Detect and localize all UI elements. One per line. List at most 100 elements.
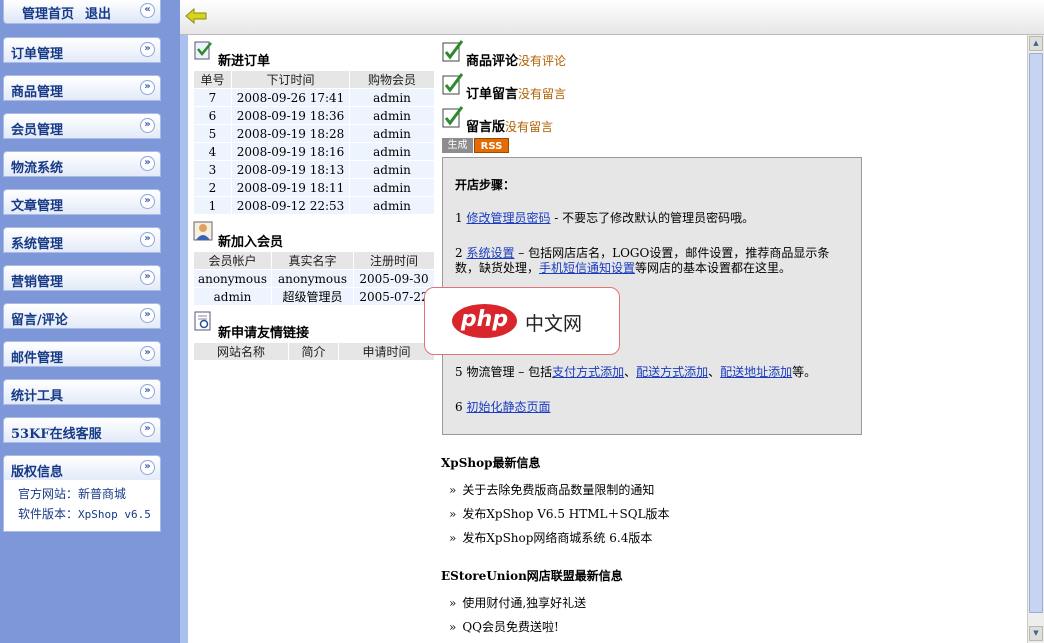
bullet-icon: » bbox=[449, 483, 457, 497]
menu-stats[interactable]: 统计工具 » bbox=[3, 379, 161, 405]
cell: anonymous bbox=[193, 269, 272, 288]
menu-label: 订单管理 bbox=[11, 47, 64, 62]
init-static-pages-link[interactable]: 初始化静态页面 bbox=[466, 400, 550, 414]
menu-label: 文章管理 bbox=[11, 199, 64, 214]
table-row[interactable]: 5 2008-09-19 18:28 admin bbox=[193, 124, 435, 143]
menu-article[interactable]: 文章管理 » bbox=[3, 189, 161, 215]
news-item[interactable]: » 发布XpShop网络商城系统 6.4版本 bbox=[449, 529, 652, 546]
payment-method-link[interactable]: 支付方式添加 bbox=[552, 365, 624, 379]
col-header: 购物会员 bbox=[349, 70, 435, 89]
cell: admin bbox=[193, 287, 272, 306]
table-row[interactable]: admin 超级管理员 2005-07-22 bbox=[193, 287, 435, 306]
chevron-down-icon[interactable]: » bbox=[140, 232, 155, 247]
news-item[interactable]: » 关于去除免费版商品数量限制的通知 bbox=[449, 481, 654, 498]
cell: 2008-09-26 17:41 bbox=[231, 88, 350, 107]
scroll-up-icon[interactable]: ▲ bbox=[1029, 36, 1043, 51]
table-row[interactable]: 2 2008-09-19 18:11 admin bbox=[193, 178, 435, 197]
guestbook-heading[interactable]: 留言版没有留言 bbox=[466, 116, 553, 135]
site-label: 官方网站： bbox=[18, 487, 79, 501]
menu-product[interactable]: 商品管理 » bbox=[3, 75, 161, 101]
menu-label: 留言/评论 bbox=[11, 313, 68, 328]
step-text: 等网店的基本设置都在这里。 bbox=[635, 261, 792, 275]
bullet-icon: » bbox=[449, 596, 457, 610]
scroll-thumb[interactable] bbox=[1029, 53, 1043, 613]
chevron-down-icon[interactable]: » bbox=[140, 384, 155, 399]
delivery-address-link[interactable]: 配送地址添加 bbox=[720, 365, 792, 379]
rss-button[interactable]: 生成 RSS bbox=[442, 138, 509, 153]
menu-comments[interactable]: 留言/评论 » bbox=[3, 303, 161, 329]
vertical-scrollbar[interactable]: ▲ ▼ bbox=[1027, 35, 1044, 643]
menu-mail[interactable]: 邮件管理 » bbox=[3, 341, 161, 367]
chevron-down-icon[interactable]: » bbox=[140, 346, 155, 361]
menu-order[interactable]: 订单管理 » bbox=[3, 37, 161, 63]
menu-label: 统计工具 bbox=[11, 389, 64, 404]
xpshop-news-title: XpShop最新信息 bbox=[441, 456, 541, 470]
step-1: 1 修改管理员密码 - 不要忘了修改默认的管理员密码哦。 bbox=[455, 211, 850, 226]
sms-settings-link[interactable]: 手机短信通知设置 bbox=[539, 261, 635, 275]
chevron-down-icon[interactable]: » bbox=[140, 118, 155, 133]
cell: 5 bbox=[193, 124, 232, 143]
menu-logistics[interactable]: 物流系统 » bbox=[3, 151, 161, 177]
logout-link[interactable]: 退出 bbox=[85, 3, 111, 22]
version-label: 软件版本： bbox=[18, 507, 79, 521]
table-row[interactable]: 4 2008-09-19 18:16 admin bbox=[193, 142, 435, 161]
document-search-icon bbox=[194, 311, 211, 331]
cell: admin bbox=[349, 88, 435, 107]
cell: admin bbox=[349, 106, 435, 125]
table-row[interactable]: 7 2008-09-26 17:41 admin bbox=[193, 88, 435, 107]
menu-label: 物流系统 bbox=[11, 161, 64, 176]
menu-marketing[interactable]: 营销管理 » bbox=[3, 265, 161, 291]
order-messages-heading[interactable]: 订单留言没有留言 bbox=[466, 83, 566, 102]
chevron-down-icon[interactable]: » bbox=[140, 194, 155, 209]
cell: 7 bbox=[193, 88, 232, 107]
news-item[interactable]: » 发布XpShop V6.5 HTML＋SQL版本 bbox=[449, 505, 670, 522]
step-num: 6 bbox=[455, 400, 467, 414]
news-item[interactable]: » 使用财付通,独享好礼送 bbox=[449, 594, 586, 611]
chevron-down-icon[interactable]: » bbox=[140, 460, 155, 475]
menu-system[interactable]: 系统管理 » bbox=[3, 227, 161, 253]
chevron-down-icon[interactable]: » bbox=[140, 156, 155, 171]
chevron-down-icon[interactable]: » bbox=[140, 42, 155, 57]
step-text: - 不要忘了修改默认的管理员密码哦。 bbox=[550, 211, 755, 225]
chevron-down-icon[interactable]: » bbox=[140, 422, 155, 437]
menu-member[interactable]: 会员管理 » bbox=[3, 113, 161, 139]
menu-label: 邮件管理 bbox=[11, 351, 64, 366]
steps-title: 开店步骤： bbox=[455, 178, 516, 192]
scroll-down-icon[interactable]: ▼ bbox=[1029, 626, 1043, 641]
back-arrow-icon[interactable] bbox=[185, 8, 207, 24]
reviews-title: 商品评论 bbox=[466, 54, 519, 69]
news-text: 发布XpShop V6.5 HTML＋SQL版本 bbox=[462, 507, 670, 521]
step-2: 2 系统设置 – 包括网店店名，LOGO设置，邮件设置，推荐商品显示条数，缺货处… bbox=[455, 246, 850, 276]
chevron-down-icon[interactable]: » bbox=[140, 270, 155, 285]
news-item[interactable]: » QQ会员免费送啦! bbox=[449, 618, 559, 635]
system-settings-link[interactable]: 系统设置 bbox=[466, 246, 514, 260]
cell: admin bbox=[349, 142, 435, 161]
collapse-left-icon[interactable]: « bbox=[140, 3, 155, 18]
step-text: 等。 bbox=[792, 365, 817, 379]
table-row[interactable]: 6 2008-09-19 18:36 admin bbox=[193, 106, 435, 125]
bullet-icon: » bbox=[449, 507, 457, 521]
links-table: 网站名称 简介 申请时间 bbox=[193, 342, 435, 361]
col-header: 注册时间 bbox=[353, 251, 435, 270]
version-value: XpShop v6.5 bbox=[78, 508, 151, 521]
official-site-link[interactable]: 新普商城 bbox=[78, 487, 126, 501]
table-row[interactable]: 3 2008-09-19 18:13 admin bbox=[193, 160, 435, 179]
reviews-heading[interactable]: 商品评论没有评论 bbox=[466, 50, 566, 69]
chevron-down-icon[interactable]: » bbox=[140, 308, 155, 323]
delivery-method-link[interactable]: 配送方式添加 bbox=[636, 365, 708, 379]
chevron-down-icon[interactable]: » bbox=[140, 80, 155, 95]
cell: 6 bbox=[193, 106, 232, 125]
change-password-link[interactable]: 修改管理员密码 bbox=[466, 211, 550, 225]
cell: 2008-09-19 18:16 bbox=[231, 142, 350, 161]
home-link[interactable]: 管理首页 bbox=[22, 3, 74, 22]
edit-note-icon bbox=[442, 73, 464, 95]
user-icon bbox=[193, 221, 213, 241]
news-text: 使用财付通,独享好礼送 bbox=[462, 596, 587, 610]
separator: 、 bbox=[708, 365, 721, 379]
table-row[interactable]: 1 2008-09-12 22:53 admin bbox=[193, 196, 435, 215]
php-cn-text: 中文网 bbox=[525, 313, 583, 335]
news-text: QQ会员免费送啦! bbox=[462, 620, 559, 634]
menu-copyright[interactable]: 版权信息 » bbox=[3, 455, 161, 481]
menu-53kf[interactable]: 53KF在线客服 » bbox=[3, 417, 161, 443]
table-row[interactable]: anonymous anonymous 2005-09-30 bbox=[193, 269, 435, 288]
